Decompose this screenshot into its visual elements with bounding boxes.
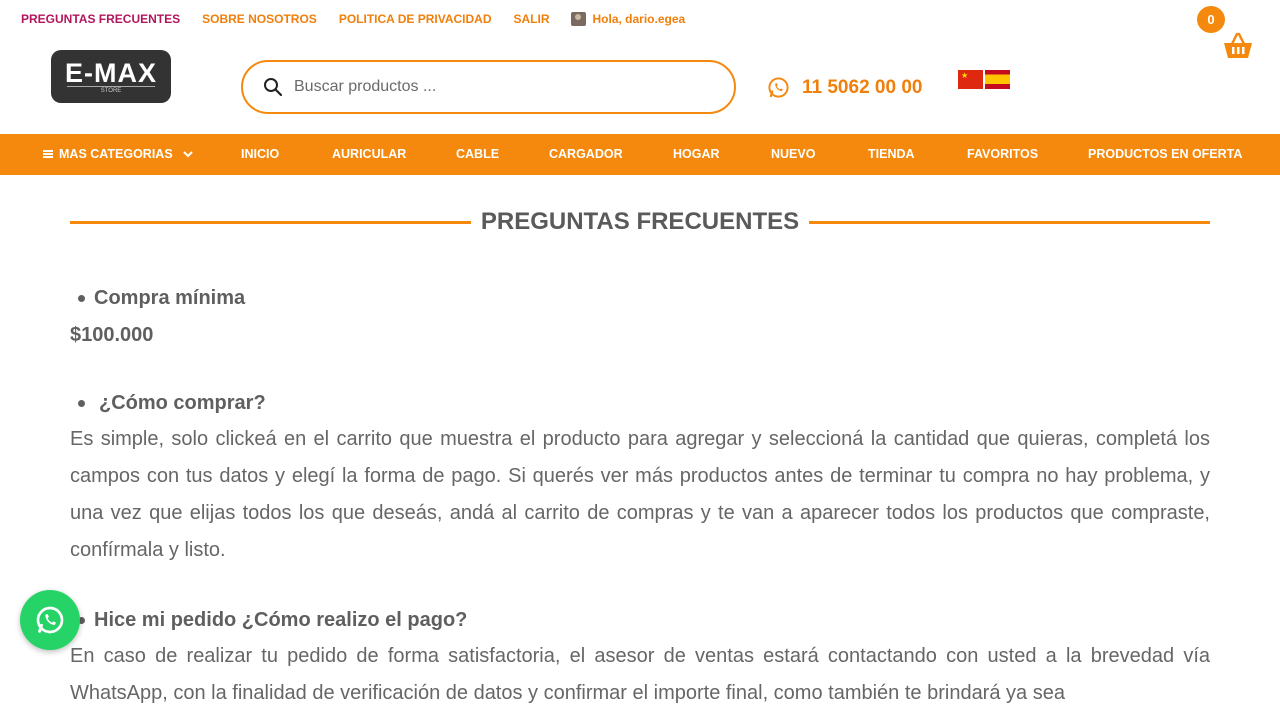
faq-question-text: Compra mínima	[94, 287, 246, 309]
whatsapp-chat-button[interactable]	[20, 590, 80, 650]
nav-item-hogar[interactable]: HOGAR	[673, 147, 720, 161]
faq-question: ¿Cómo comprar?	[78, 390, 266, 416]
faq-question-text: ¿Cómo comprar?	[99, 392, 266, 414]
faq-answer: $100.000	[70, 324, 154, 346]
cart-button[interactable]: 0	[1196, 6, 1266, 66]
cart-count-badge: 0	[1197, 6, 1225, 33]
search-icon[interactable]	[263, 77, 283, 97]
faq-question-text: Hice mi pedido ¿Cómo realizo el pago?	[94, 609, 468, 631]
whatsapp-icon	[768, 77, 789, 98]
search-input[interactable]	[294, 78, 714, 96]
nav-item-productos-oferta[interactable]: PRODUCTOS EN OFERTA	[1088, 147, 1242, 161]
nav-item-auricular[interactable]: AURICULAR	[332, 147, 406, 161]
basket-icon	[1224, 32, 1252, 58]
whatsapp-icon	[36, 606, 64, 634]
logo-subtext: STORE	[67, 85, 155, 94]
language-flags: ★	[958, 70, 1010, 89]
user-greeting-text: Hola, dario.egea	[592, 12, 686, 26]
avatar	[571, 12, 587, 26]
top-link-preguntas-frecuentes[interactable]: PREGUNTAS FRECUENTES	[21, 12, 180, 26]
heading-divider-left	[70, 220, 471, 224]
main-nav: MAS CATEGORIAS INICIO AURICULAR CABLE CA…	[0, 134, 1280, 175]
faq-question: Hice mi pedido ¿Cómo realizo el pago?	[78, 607, 468, 633]
menu-icon	[43, 150, 53, 158]
nav-item-inicio[interactable]: INICIO	[241, 147, 279, 161]
bullet	[78, 294, 85, 302]
faq-answer: Es simple, solo clickeá en el carrito qu…	[70, 428, 1210, 561]
nav-categories-dropdown[interactable]: MAS CATEGORIAS	[43, 147, 193, 161]
top-links: PREGUNTAS FRECUENTES SOBRE NOSOTROS POLI…	[21, 12, 685, 26]
nav-item-nuevo[interactable]: NUEVO	[771, 147, 815, 161]
user-greeting[interactable]: Hola, dario.egea	[571, 12, 685, 26]
nav-item-cable[interactable]: CABLE	[456, 147, 499, 161]
search-bar	[241, 60, 736, 114]
store-logo[interactable]: E-MAX STORE	[51, 50, 171, 103]
heading-divider-right	[809, 220, 1210, 224]
top-bar: PREGUNTAS FRECUENTES SOBRE NOSOTROS POLI…	[0, 0, 1280, 58]
top-link-sobre-nosotros[interactable]: SOBRE NOSOTROS	[202, 12, 317, 26]
logo-text: E-MAX	[65, 57, 157, 88]
faq-question: Compra mínima	[78, 285, 246, 311]
nav-item-favoritos[interactable]: FAVORITOS	[967, 147, 1038, 161]
nav-item-cargador[interactable]: CARGADOR	[549, 147, 623, 161]
page-title: PREGUNTAS FRECUENTES	[480, 208, 800, 235]
top-link-salir[interactable]: SALIR	[513, 12, 549, 26]
bullet	[78, 399, 85, 407]
top-link-politica-privacidad[interactable]: POLITICA DE PRIVACIDAD	[339, 12, 492, 26]
chevron-down-icon	[182, 150, 193, 157]
page-heading: PREGUNTAS FRECUENTES	[70, 205, 1210, 239]
faq-answer: En caso de realizar tu pedido de forma s…	[70, 645, 1210, 704]
nav-categories-label: MAS CATEGORIAS	[59, 147, 173, 161]
flag-chinese-icon[interactable]: ★	[958, 70, 983, 89]
phone-contact[interactable]: 11 5062 00 00	[767, 76, 922, 99]
phone-number: 11 5062 00 00	[802, 76, 923, 98]
flag-spanish-icon[interactable]	[985, 70, 1010, 89]
nav-item-tienda[interactable]: TIENDA	[868, 147, 915, 161]
